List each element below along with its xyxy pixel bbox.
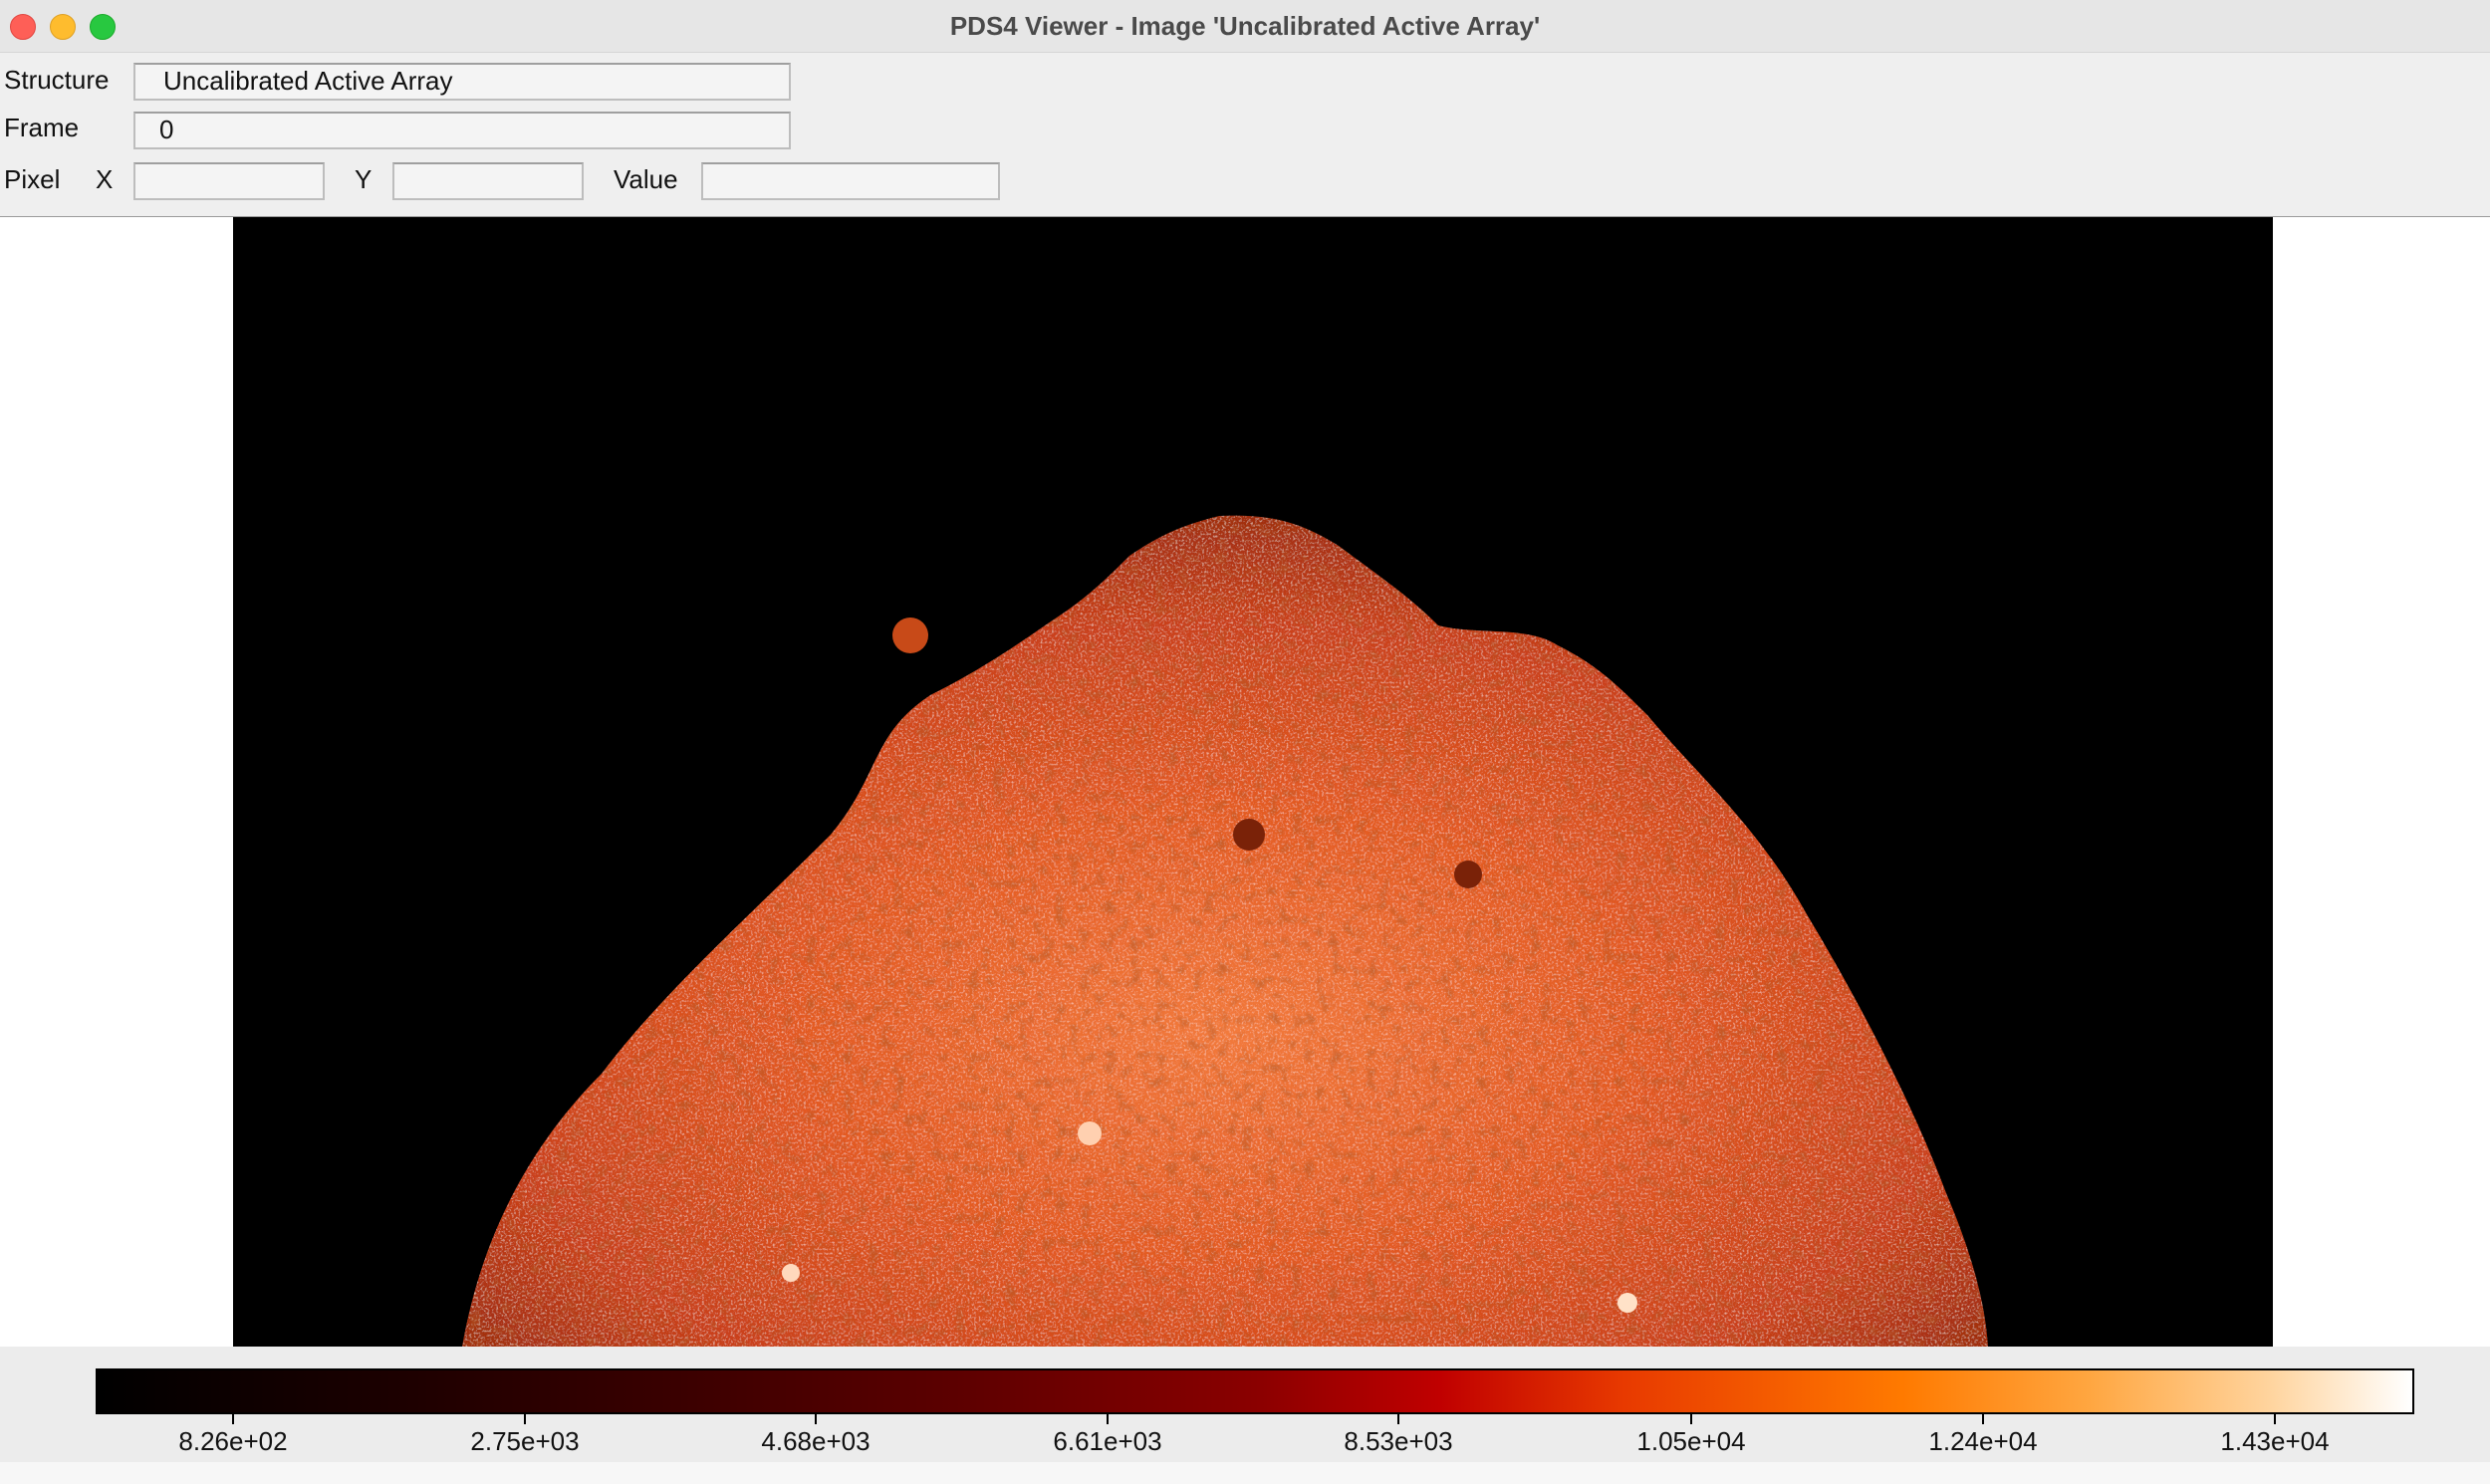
status-strip — [0, 1462, 2490, 1484]
colorbar-tick — [232, 1414, 234, 1424]
structure-controls-panel: Structure Uncalibrated Active Array Fram… — [0, 53, 2490, 218]
title-bar[interactable]: PDS4 Viewer - Image 'Uncalibrated Active… — [0, 0, 2490, 53]
colorbar-tick-label: 6.61e+03 — [1053, 1426, 1162, 1456]
colorbar-tick-label: 4.68e+03 — [761, 1426, 871, 1456]
colorbar-tick — [1982, 1414, 1984, 1424]
window-title: PDS4 Viewer - Image 'Uncalibrated Active… — [949, 11, 1541, 41]
asteroid-image[interactable] — [233, 217, 2273, 1347]
frame-label: Frame — [4, 113, 80, 142]
colorbar-tick-label: 2.75e+03 — [470, 1426, 580, 1456]
pixel-x-label: X — [96, 164, 114, 194]
colorbar-tick — [524, 1414, 526, 1424]
colorbar-tick-label: 1.24e+04 — [1928, 1426, 2038, 1456]
pixel-value-field[interactable] — [701, 162, 1000, 200]
colorbar-tick-label: 8.26e+02 — [178, 1426, 288, 1456]
pixel-y-label: Y — [355, 164, 373, 194]
colorbar-tick — [1690, 1414, 1692, 1424]
colorbar-tick — [1397, 1414, 1399, 1424]
pixel-y-field[interactable] — [392, 162, 584, 200]
colorbar-tick — [815, 1414, 817, 1424]
pds4-viewer-window: PDS4 Viewer - Image 'Uncalibrated Active… — [0, 0, 2490, 1484]
colorbar-tick — [1107, 1414, 1109, 1424]
pixel-value-label: Value — [614, 164, 678, 194]
colorbar — [96, 1368, 2414, 1414]
colorbar-tick-label: 1.43e+04 — [2220, 1426, 2330, 1456]
structure-field[interactable]: Uncalibrated Active Array — [133, 63, 791, 101]
asteroid-image-graphic — [462, 515, 1988, 1347]
colorbar-tick-label: 1.05e+04 — [1636, 1426, 1746, 1456]
colorbar-tick — [2274, 1414, 2276, 1424]
colorbar-tick-label: 8.53e+03 — [1344, 1426, 1453, 1456]
colorbar-panel: 8.26e+02 2.75e+03 4.68e+03 6.61e+03 8.53… — [0, 1347, 2490, 1462]
image-display-area — [0, 217, 2490, 1347]
frame-field[interactable]: 0 — [133, 112, 791, 149]
pixel-x-field[interactable] — [133, 162, 325, 200]
structure-label: Structure — [4, 65, 110, 95]
pixel-label: Pixel — [4, 164, 61, 194]
